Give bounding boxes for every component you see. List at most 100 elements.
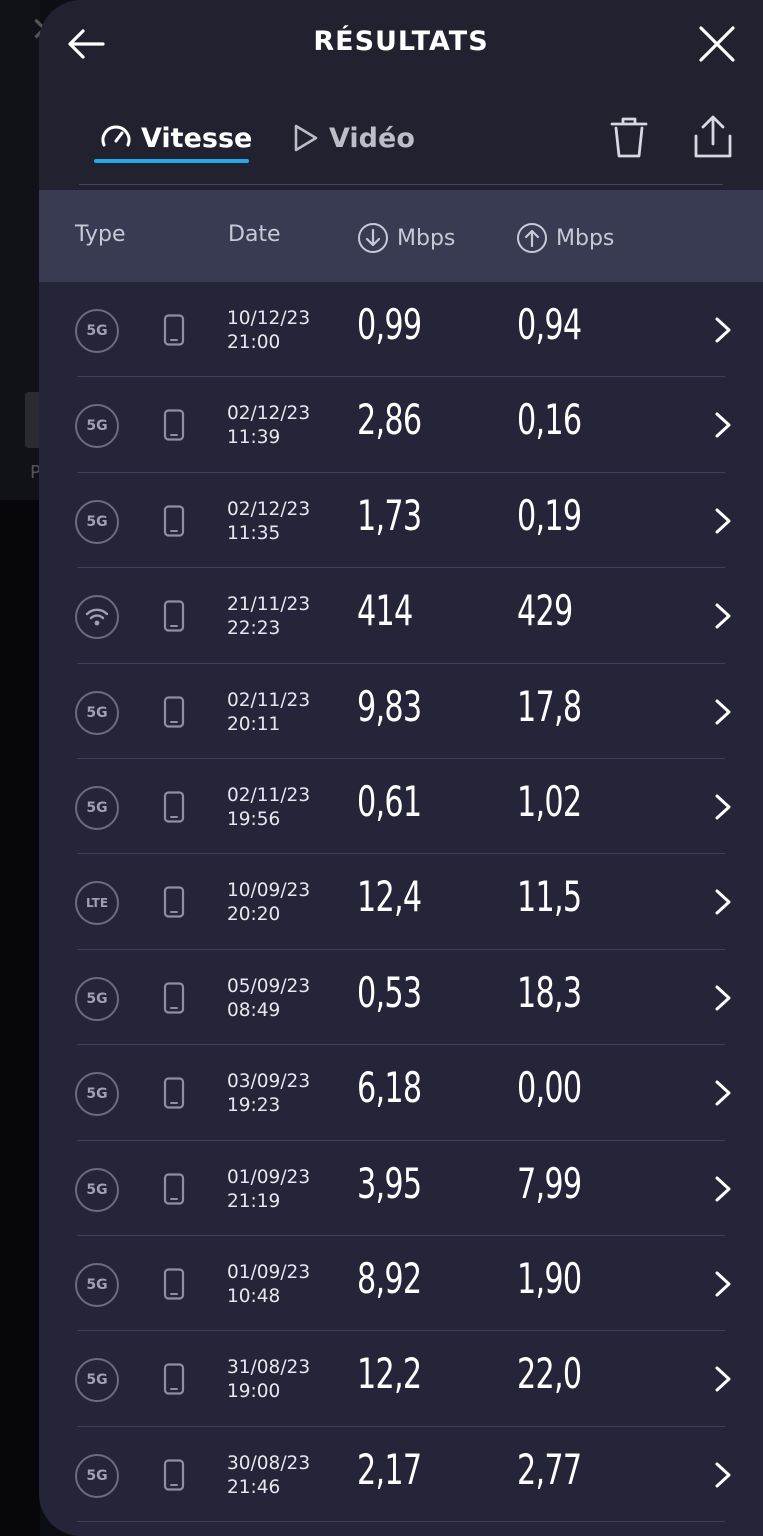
network-type-badge: 5G xyxy=(75,499,119,544)
result-time: 10:48 xyxy=(227,1285,281,1307)
network-type-label: 5G xyxy=(86,1086,108,1103)
row-open-button[interactable] xyxy=(709,1078,737,1112)
download-value: 414 xyxy=(357,586,413,636)
row-open-button[interactable] xyxy=(709,983,737,1017)
upload-value: 0,19 xyxy=(517,490,582,540)
tab-video[interactable]: Vidéo xyxy=(289,118,415,158)
download-value: 8,92 xyxy=(357,1253,422,1303)
result-date: 02/11/23 xyxy=(227,784,311,806)
chevron-right-icon xyxy=(715,317,731,343)
upload-value: 0,16 xyxy=(517,395,582,445)
result-row[interactable]: 5G 02/11/23 19:56 0,61 1,02 xyxy=(39,759,763,855)
background-app: ✕ P xyxy=(0,0,59,1536)
upload-value: 22,0 xyxy=(517,1349,582,1399)
network-type-badge: 5G xyxy=(75,309,119,353)
result-datetime: 21/11/23 22:23 xyxy=(227,593,310,641)
chevron-right-icon xyxy=(715,508,731,534)
result-datetime: 03/09/23 19:23 xyxy=(227,1070,310,1118)
upload-value: 11,5 xyxy=(517,872,582,922)
phone-icon xyxy=(163,314,185,346)
result-date: 02/12/23 xyxy=(227,498,311,520)
row-open-button[interactable] xyxy=(709,792,737,826)
device-icon xyxy=(163,314,185,350)
network-type-label: 5G xyxy=(86,1181,108,1198)
chevron-right-icon xyxy=(715,889,731,915)
result-row[interactable]: 5G 03/09/23 19:23 6,18 0,00 xyxy=(39,1045,763,1141)
device-icon xyxy=(163,1268,185,1304)
wifi-icon xyxy=(85,608,109,626)
upload-value: 1,90 xyxy=(517,1253,582,1303)
result-time: 11:39 xyxy=(227,427,281,449)
upload-value: 7,99 xyxy=(517,1158,582,1208)
result-datetime: 02/11/23 19:56 xyxy=(227,784,310,832)
network-type-label: 5G xyxy=(86,1276,108,1293)
result-row[interactable]: 5G 05/09/23 08:49 0,53 18,3 xyxy=(39,950,763,1046)
row-open-button[interactable] xyxy=(709,1174,737,1208)
network-type-label: 5G xyxy=(86,1467,108,1484)
network-type-label: 5G xyxy=(86,990,108,1007)
download-value: 2,17 xyxy=(357,1444,422,1494)
chevron-right-icon xyxy=(715,1176,731,1202)
result-row[interactable]: LTE 10/09/23 20:20 12,4 11,5 xyxy=(39,854,763,950)
download-value: 0,61 xyxy=(357,776,422,826)
phone-icon xyxy=(163,409,185,441)
phone-icon xyxy=(163,886,185,918)
network-type-label: 5G xyxy=(86,513,108,530)
row-open-button[interactable] xyxy=(709,601,737,635)
result-row[interactable]: 5G 01/09/23 10:48 8,92 1,90 xyxy=(39,1236,763,1332)
share-icon xyxy=(694,115,732,158)
result-date: 01/09/23 xyxy=(227,1166,311,1188)
phone-icon xyxy=(163,1459,185,1491)
delete-button[interactable] xyxy=(609,116,649,160)
result-row[interactable]: 5G 10/12/23 21:00 0,99 0,94 xyxy=(39,282,763,378)
tab-speed-label: Vitesse xyxy=(141,122,253,154)
speedometer-icon xyxy=(101,125,131,147)
network-type-badge: 5G xyxy=(75,404,119,449)
result-row[interactable]: 5G 30/08/23 21:46 2,17 2,77 xyxy=(39,1427,763,1523)
result-row[interactable]: 21/11/23 22:23 414 429 xyxy=(39,568,763,664)
row-open-button[interactable] xyxy=(709,315,737,349)
row-open-button[interactable] xyxy=(709,1269,737,1303)
row-open-button[interactable] xyxy=(709,1364,737,1398)
row-open-button[interactable] xyxy=(709,887,737,921)
network-type-badge: 5G xyxy=(75,1453,119,1498)
download-value: 12,4 xyxy=(357,872,422,922)
download-value: 3,95 xyxy=(357,1158,422,1208)
result-row[interactable]: 5G 01/09/23 21:19 3,95 7,99 xyxy=(39,1141,763,1236)
result-row[interactable]: 5G 02/12/23 11:35 1,73 0,19 xyxy=(39,473,763,569)
share-button[interactable] xyxy=(691,114,735,160)
upload-value: 18,3 xyxy=(517,967,582,1017)
column-upload: Mbps xyxy=(516,222,614,254)
device-icon xyxy=(163,1363,185,1399)
active-tab-indicator xyxy=(94,159,249,163)
device-icon xyxy=(163,409,185,445)
result-row[interactable]: 5G 02/11/23 20:11 9,83 17,8 xyxy=(39,664,763,759)
network-type-label: 5G xyxy=(86,704,108,721)
network-type-label: 5G xyxy=(86,1372,108,1389)
chevron-right-icon xyxy=(715,1080,731,1106)
row-open-button[interactable] xyxy=(709,410,737,444)
row-open-button[interactable] xyxy=(709,1460,737,1494)
close-button[interactable] xyxy=(695,22,739,66)
result-datetime: 02/12/23 11:35 xyxy=(227,498,310,546)
result-datetime: 01/09/23 21:19 xyxy=(227,1166,310,1214)
result-time: 22:23 xyxy=(227,618,281,640)
tab-speed[interactable]: Vitesse xyxy=(99,118,252,158)
result-time: 19:00 xyxy=(227,1381,281,1403)
result-row[interactable]: 5G 02/12/23 11:39 2,86 0,16 xyxy=(39,377,763,473)
trash-icon xyxy=(610,117,648,158)
column-download-label: Mbps xyxy=(397,225,456,251)
result-row[interactable]: 5G 31/08/23 19:00 12,2 22,0 xyxy=(39,1331,763,1427)
network-type-badge: 5G xyxy=(75,1262,119,1307)
close-icon xyxy=(699,26,735,62)
phone-icon xyxy=(163,600,185,632)
row-open-button[interactable] xyxy=(709,506,737,540)
result-datetime: 10/09/23 20:20 xyxy=(227,879,310,927)
row-divider xyxy=(77,1521,725,1523)
row-open-button[interactable] xyxy=(709,697,737,731)
phone-icon xyxy=(163,695,185,728)
result-datetime: 05/09/23 08:49 xyxy=(227,975,310,1023)
column-upload-label: Mbps xyxy=(556,225,615,251)
network-type-label: 5G xyxy=(86,323,108,339)
chevron-right-icon xyxy=(715,1462,731,1488)
